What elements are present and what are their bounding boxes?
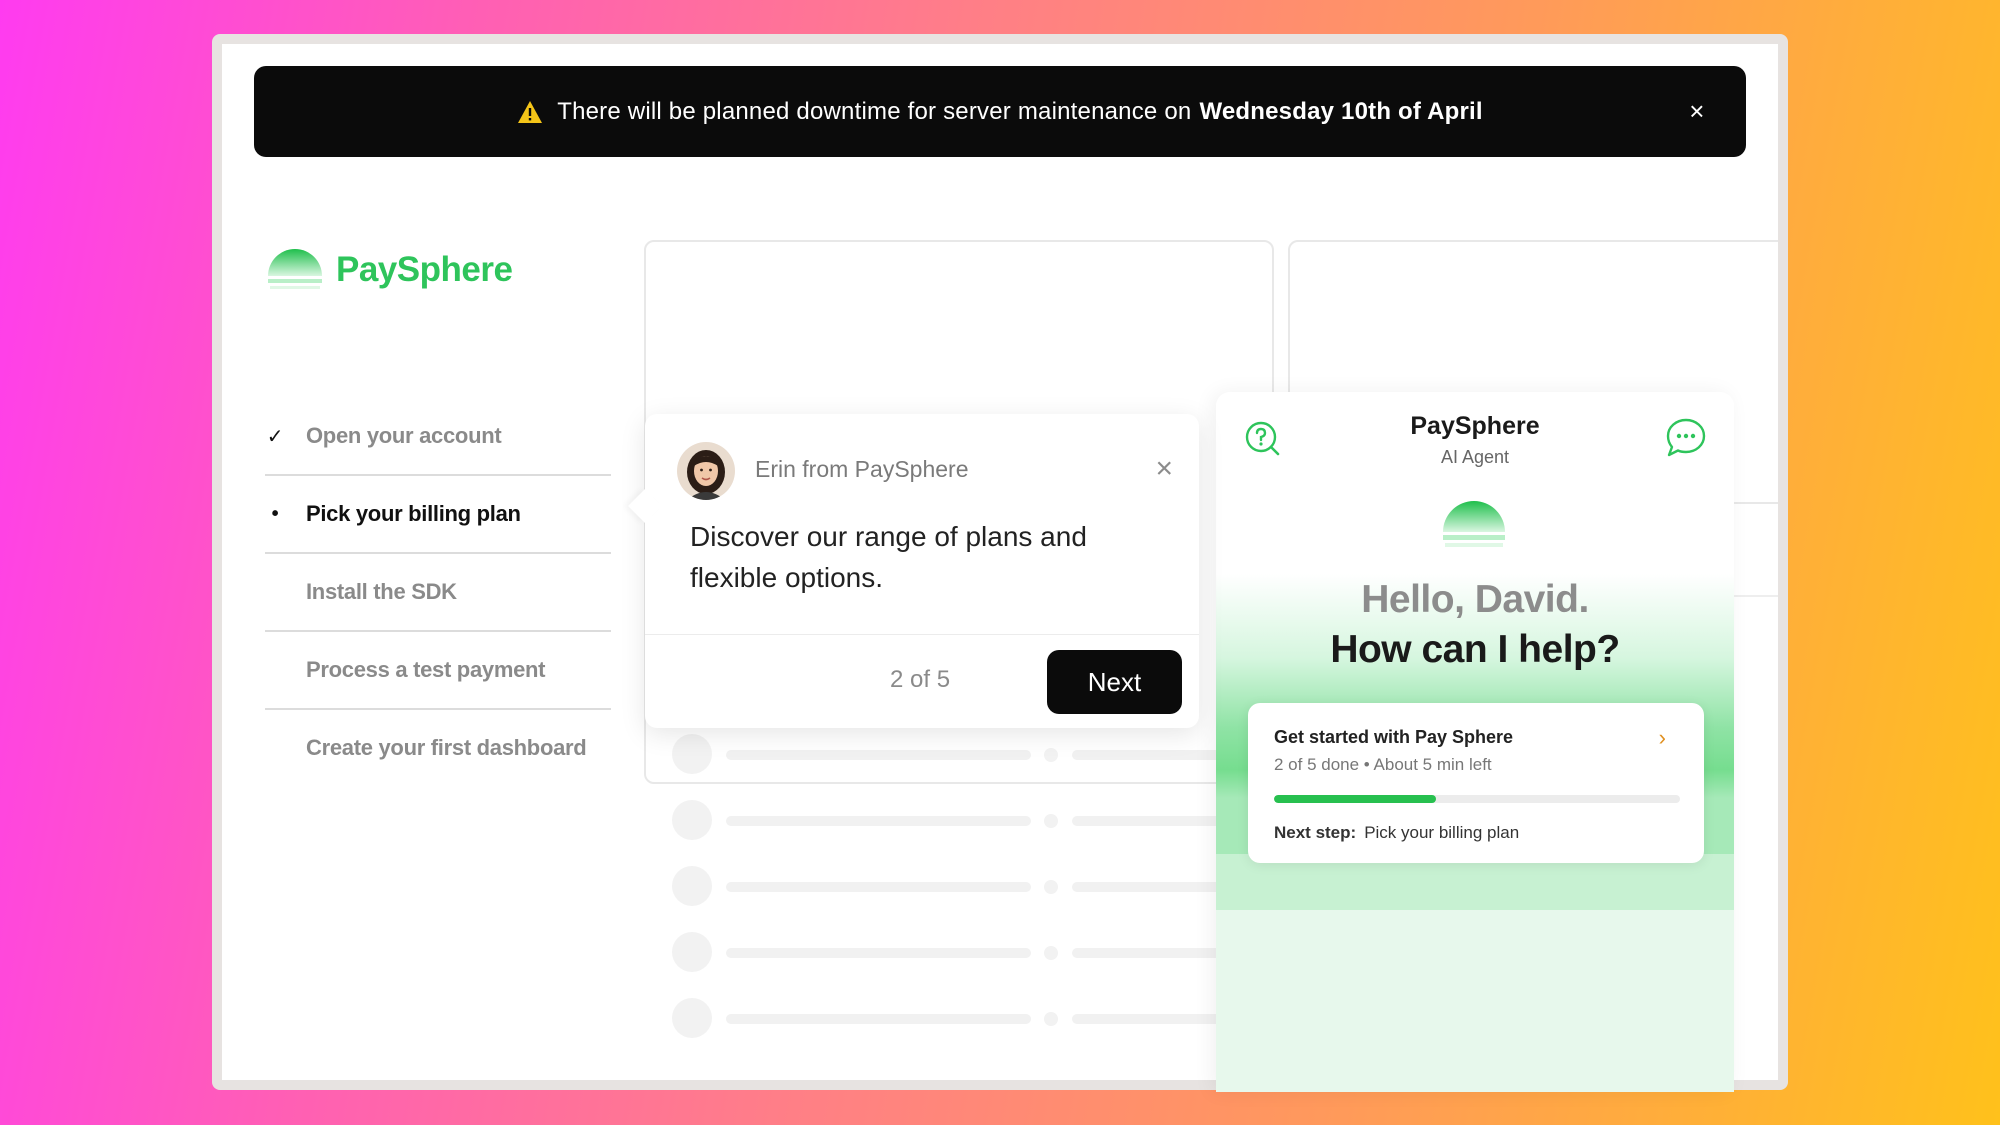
agent-orb-icon — [1443, 501, 1505, 547]
step-label: Pick your billing plan — [306, 501, 521, 526]
ai-agent-panel: PaySphere AI Agent Hello, David. How can… — [1216, 392, 1734, 1092]
step-test-payment[interactable]: Process a test payment — [265, 632, 611, 710]
onboarding-steps: ✓ Open your account • Pick your billing … — [265, 398, 611, 786]
step-pick-billing-plan[interactable]: • Pick your billing plan — [265, 476, 611, 554]
agent-prompt: How can I help? — [1330, 628, 1620, 671]
getting-started-title: Get started with Pay Sphere — [1274, 727, 1514, 747]
step-label: Install the SDK — [306, 579, 457, 604]
agent-greeting: Hello, David. — [1361, 578, 1589, 621]
close-icon[interactable]: × — [1684, 98, 1710, 124]
agent-subtitle: AI Agent — [1440, 447, 1510, 467]
step-install-sdk[interactable]: Install the SDK — [265, 554, 611, 632]
maintenance-banner: There will be planned downtime for serve… — [254, 66, 1746, 157]
step-label: Open your account — [306, 423, 502, 448]
step-label: Process a test payment — [306, 657, 546, 682]
step-first-dashboard[interactable]: Create your first dashboard — [265, 710, 611, 786]
paysphere-logo-icon — [268, 249, 322, 289]
tour-step-counter: 2 of 5 — [890, 666, 951, 693]
banner-message: There will be planned downtime for serve… — [557, 97, 1192, 125]
agent-title: PaySphere — [1410, 412, 1540, 440]
step-open-account[interactable]: ✓ Open your account — [265, 398, 611, 476]
step-label: Create your first dashboard — [306, 735, 587, 760]
bullet-icon: • — [271, 502, 279, 525]
getting-started-meta: 2 of 5 done • About 5 min left — [1274, 755, 1492, 774]
warning-triangle-icon — [518, 100, 543, 123]
close-icon[interactable]: × — [1155, 454, 1173, 484]
product-tour-tooltip: Erin from PaySphere × Discover our range… — [628, 414, 1199, 728]
next-step-label: Next step: — [1274, 823, 1357, 842]
tooltip-sender: Erin from PaySphere — [755, 456, 969, 482]
avatar — [677, 442, 735, 500]
paysphere-logo[interactable]: PaySphere — [266, 246, 513, 294]
check-icon: ✓ — [266, 425, 284, 448]
tooltip-divider — [645, 634, 1199, 635]
next-button[interactable]: Next — [1047, 650, 1182, 714]
brand-name: PaySphere — [336, 250, 513, 289]
banner-date: Wednesday 10th of April — [1199, 97, 1483, 125]
tooltip-message: Discover our range of plans and flexible… — [690, 521, 1087, 593]
avatar-image — [677, 442, 735, 500]
chevron-right-icon: › — [1658, 725, 1666, 750]
chat-bubble-icon[interactable] — [1664, 416, 1708, 460]
progress-fill — [1274, 795, 1437, 803]
next-step: Next step: Pick your billing plan — [1274, 823, 1519, 843]
next-step-value: Pick your billing plan — [1364, 823, 1520, 842]
progress-bar — [1274, 795, 1680, 803]
getting-started-card[interactable]: Get started with Pay Sphere › 2 of 5 don… — [1248, 703, 1704, 863]
